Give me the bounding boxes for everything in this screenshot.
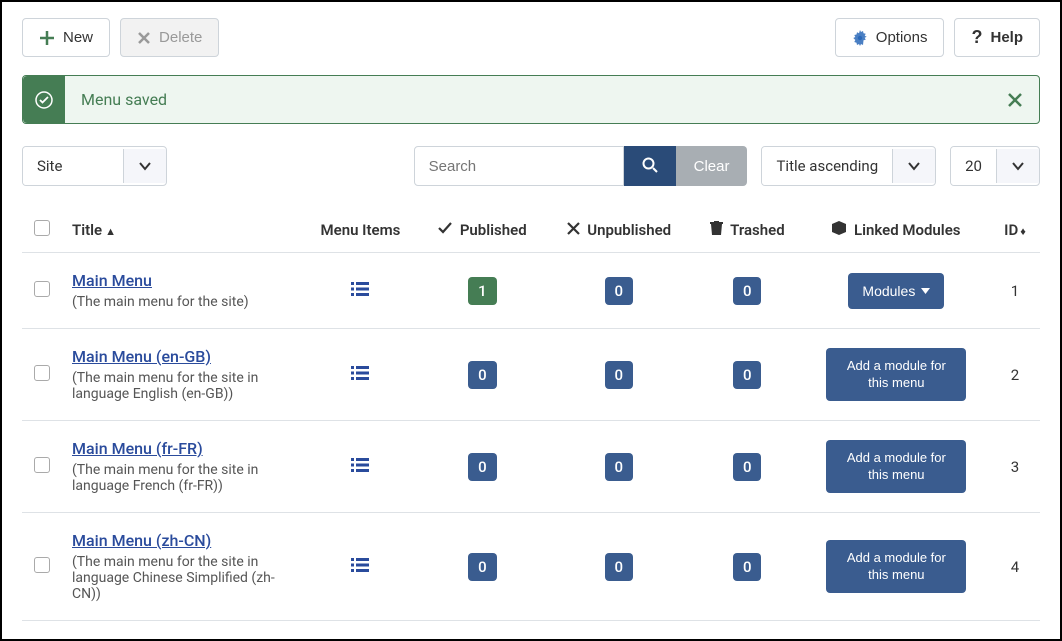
new-label: New [63,29,93,46]
trashed-badge[interactable]: 0 [733,361,762,389]
table-header-row: Title▲ Menu Items Published Unpublished … [22,208,1040,253]
site-select-label: Site [23,147,123,185]
add-module-button[interactable]: Add a module for this menu [826,348,966,402]
plus-icon [39,30,55,46]
gear-icon [852,30,868,46]
published-badge[interactable]: 0 [468,361,497,389]
menu-title-link[interactable]: Main Menu [72,271,152,290]
row-checkbox[interactable] [34,365,50,381]
search-input[interactable] [414,146,624,186]
row-checkbox[interactable] [34,281,50,297]
table-row: Main Menu (zh-CN) (The main menu for the … [22,513,1040,621]
row-id: 1 [990,253,1040,329]
sort-select-label: Title ascending [762,147,892,185]
trashed-badge[interactable]: 0 [733,277,762,305]
row-checkbox[interactable] [34,457,50,473]
list-icon[interactable] [351,558,369,576]
trash-icon [710,221,723,235]
toolbar: New Delete Options ? Help [22,14,1040,75]
row-id: 2 [990,329,1040,421]
sort-asc-icon: ▲ [105,225,116,238]
delete-label: Delete [159,29,202,46]
check-circle-icon [23,76,65,123]
search-group: Clear [414,146,748,186]
table-row: Main Menu (en-GB) (The main menu for the … [22,329,1040,421]
list-icon[interactable] [351,366,369,384]
alert-message: Menu saved [65,76,991,123]
table-row: Main Menu (The main menu for the site) 1 0 0… [22,253,1040,329]
question-icon: ? [971,27,982,48]
col-unpublished: Unpublished [546,208,692,253]
check-icon [438,221,452,235]
clear-button[interactable]: Clear [676,146,748,186]
list-icon[interactable] [351,458,369,476]
search-icon [642,157,658,173]
box-icon [832,221,846,235]
menu-title-link[interactable]: Main Menu (zh-CN) [72,531,211,550]
col-id[interactable]: ID♦ [990,208,1040,253]
help-label: Help [990,29,1023,46]
chevron-down-icon [996,149,1039,183]
alert-close-button[interactable] [991,76,1039,123]
trashed-badge[interactable]: 0 [733,453,762,481]
new-button[interactable]: New [22,18,110,57]
col-title[interactable]: Title▲ [62,208,302,253]
menu-title-link[interactable]: Main Menu (en-GB) [72,347,211,366]
help-button[interactable]: ? Help [954,18,1040,57]
options-button[interactable]: Options [835,18,945,57]
menus-table: Title▲ Menu Items Published Unpublished … [22,208,1040,621]
alert-success: Menu saved [22,75,1040,124]
row-checkbox[interactable] [34,557,50,573]
published-badge[interactable]: 1 [468,277,497,305]
options-label: Options [876,29,928,46]
sort-select[interactable]: Title ascending [761,146,936,186]
list-icon[interactable] [351,282,369,300]
menu-description: (The main menu for the site in language … [72,554,292,602]
unpublished-badge[interactable]: 0 [605,553,634,581]
limit-select-label: 20 [951,147,996,185]
menu-description: (The main menu for the site) [72,294,292,310]
col-trashed: Trashed [692,208,803,253]
menu-description: (The main menu for the site in language … [72,462,292,494]
unpublished-badge[interactable]: 0 [605,453,634,481]
filter-bar: Site Clear Title ascending 20 [22,146,1040,186]
chevron-down-icon [123,149,166,183]
sort-icon: ♦ [1020,225,1026,238]
close-icon [1007,92,1023,108]
col-linked-modules: Linked Modules [803,208,990,253]
row-id: 4 [990,513,1040,621]
published-badge[interactable]: 0 [468,453,497,481]
unpublished-badge[interactable]: 0 [605,277,634,305]
modules-dropdown[interactable]: Modules [848,273,944,309]
select-all-checkbox[interactable] [34,220,50,236]
menu-description: (The main menu for the site in language … [72,370,292,402]
row-id: 3 [990,421,1040,513]
add-module-button[interactable]: Add a module for this menu [826,540,966,594]
menu-title-link[interactable]: Main Menu (fr-FR) [72,439,203,458]
search-button[interactable] [624,146,676,186]
trashed-badge[interactable]: 0 [733,553,762,581]
caret-down-icon [921,288,930,294]
col-menu-items: Menu Items [302,208,419,253]
x-icon [137,31,151,45]
unpublished-badge[interactable]: 0 [605,361,634,389]
published-badge[interactable]: 0 [468,553,497,581]
add-module-button[interactable]: Add a module for this menu [826,440,966,494]
site-select[interactable]: Site [22,146,167,186]
table-row: Main Menu (fr-FR) (The main menu for the … [22,421,1040,513]
chevron-down-icon [892,149,935,183]
delete-button[interactable]: Delete [120,18,219,57]
limit-select[interactable]: 20 [950,146,1040,186]
col-published: Published [419,208,546,253]
x-icon [567,222,580,235]
